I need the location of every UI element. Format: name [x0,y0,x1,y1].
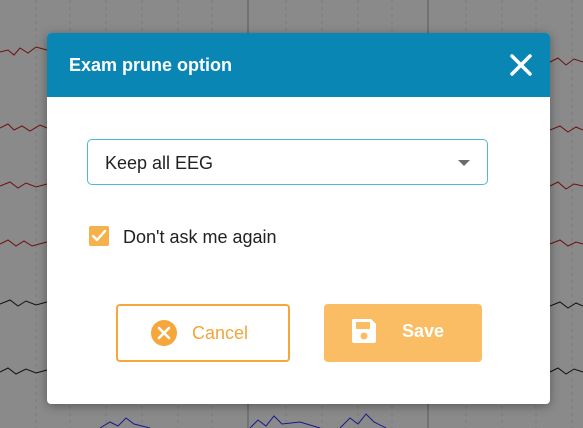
dont-ask-again-checkbox[interactable] [89,226,109,246]
close-icon [510,54,532,76]
cancel-button[interactable]: Cancel [116,304,290,362]
close-button[interactable] [508,52,534,78]
checkmark-icon [91,229,107,242]
save-label: Save [402,321,445,341]
caret-down-icon [458,160,470,166]
cancel-label: Cancel [192,323,249,343]
exam-prune-dialog: Exam prune option Keep all EEG Don't ask… [47,33,550,404]
prune-option-value: Keep all EEG [105,153,214,173]
dialog-title: Exam prune option [69,55,233,75]
floppy-disk-icon [352,319,376,343]
dialog-header: Exam prune option [47,33,550,97]
save-button[interactable]: Save [324,304,482,362]
prune-option-select[interactable]: Keep all EEG [87,139,488,185]
dont-ask-again-label: Don't ask me again [123,227,277,247]
cancel-circle-icon [151,320,177,346]
